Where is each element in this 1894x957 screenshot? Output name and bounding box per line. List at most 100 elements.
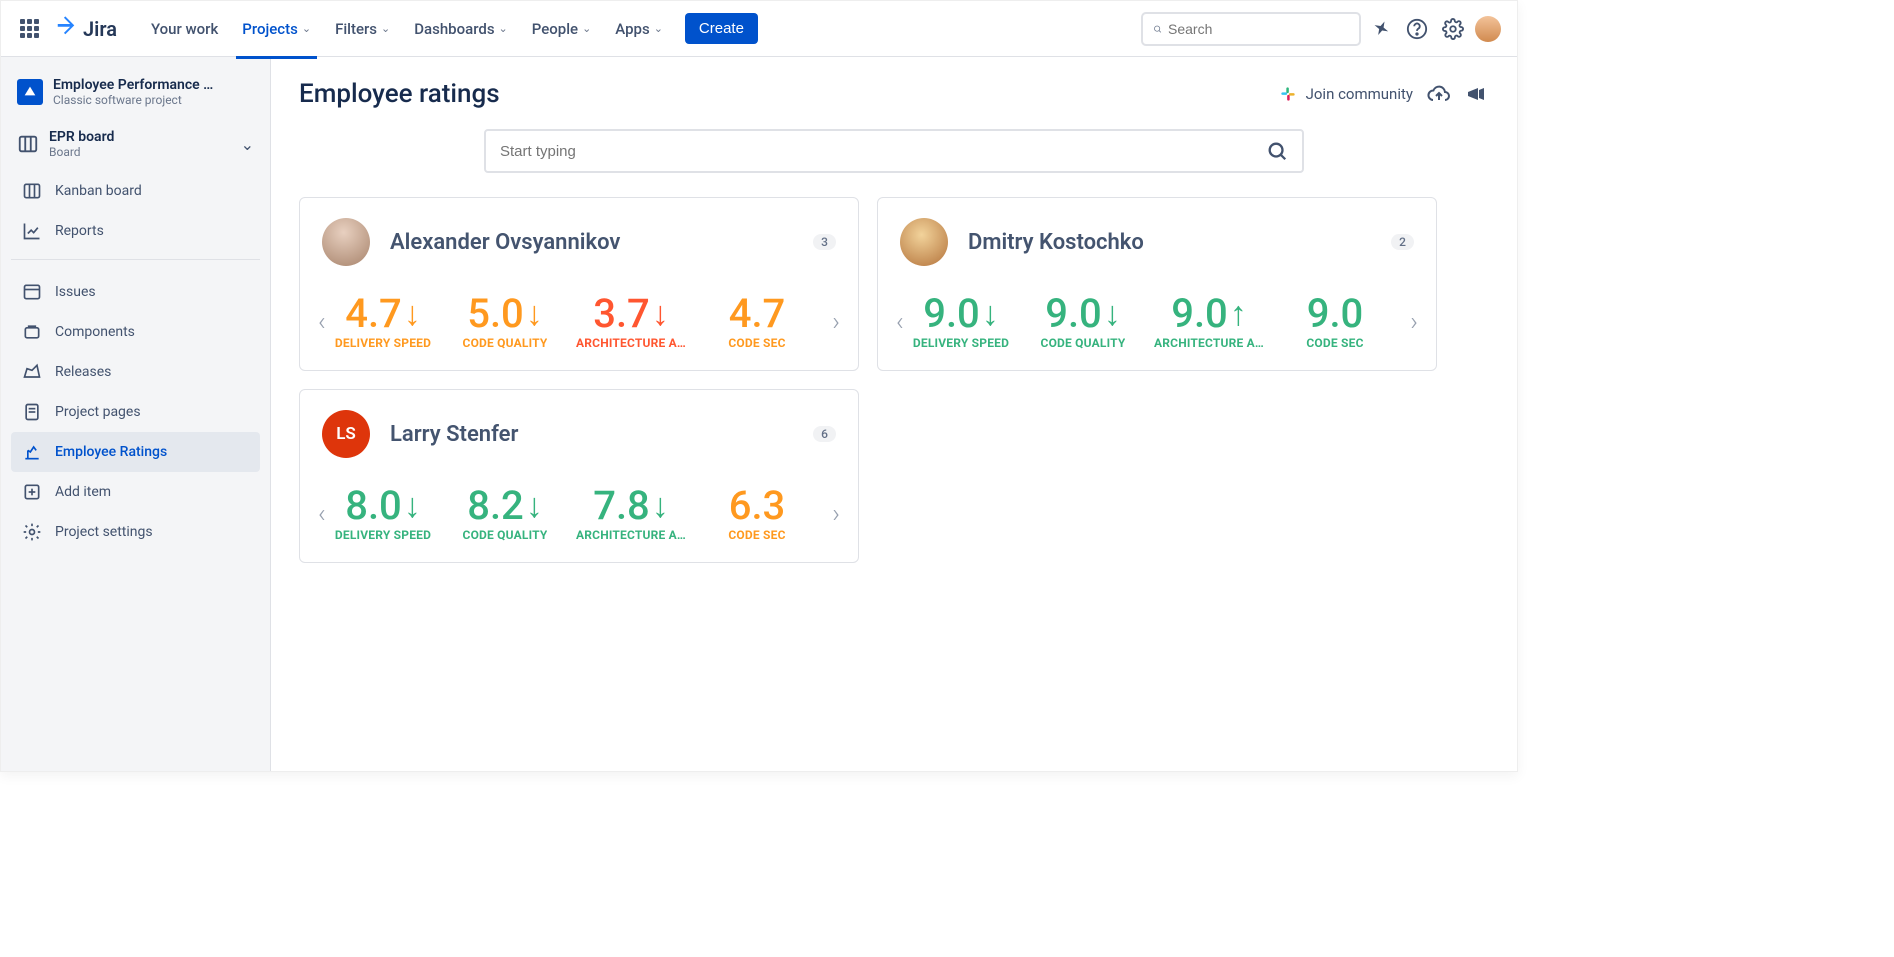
- metric-label: ARCHITECTURE A…: [576, 528, 686, 542]
- app-switcher-icon[interactable]: [17, 17, 41, 41]
- metric-value: 4.7↓: [345, 294, 421, 334]
- employee-name: Dmitry Kostochko: [968, 230, 1144, 255]
- metric-label: ARCHITECTURE A…: [1154, 336, 1264, 350]
- metric: 4.7 CODE SEC: [696, 294, 818, 350]
- chevron-down-icon: ⌄: [241, 135, 254, 154]
- profile-avatar[interactable]: [1475, 16, 1501, 42]
- sidebar-item-issues[interactable]: Issues: [11, 272, 260, 312]
- jira-logo-icon: [55, 15, 77, 42]
- cloud-upload-icon[interactable]: [1427, 82, 1451, 106]
- nav-people[interactable]: People⌄: [522, 12, 602, 46]
- employee-card[interactable]: Dmitry Kostochko2‹9.0↓DELIVERY SPEED9.0↓…: [877, 197, 1437, 371]
- board-selector[interactable]: EPR board Board ⌄: [11, 121, 260, 167]
- join-community-button[interactable]: Join community: [1278, 84, 1413, 104]
- metric: 8.2↓CODE QUALITY: [444, 486, 566, 542]
- sidebar-divider: [11, 259, 260, 260]
- sidebar-item-icon: [21, 441, 43, 463]
- notifications-icon[interactable]: [1365, 13, 1397, 45]
- chevron-down-icon: ⌄: [582, 22, 591, 35]
- sidebar-item-label: Reports: [55, 223, 104, 239]
- sidebar-item-label: Employee Ratings: [55, 444, 167, 460]
- board-name: EPR board: [49, 129, 114, 145]
- sidebar-item-icon: [21, 521, 43, 543]
- metric-label: CODE SEC: [728, 336, 785, 350]
- sidebar-item-icon: [21, 321, 43, 343]
- board-sub: Board: [49, 145, 114, 159]
- page-title: Employee ratings: [299, 79, 500, 109]
- sidebar-item-icon: [21, 361, 43, 383]
- nav-apps[interactable]: Apps⌄: [605, 12, 673, 46]
- sidebar-item-label: Project settings: [55, 524, 153, 540]
- metric-value: 9.0: [1307, 294, 1364, 334]
- trend-arrow-icon: ↑: [1230, 297, 1247, 331]
- trend-arrow-icon: ↓: [652, 297, 669, 331]
- metric-label: DELIVERY SPEED: [335, 336, 431, 350]
- employee-avatar: [322, 218, 370, 266]
- metric: 9.0↓CODE QUALITY: [1022, 294, 1144, 350]
- trend-arrow-icon: ↓: [404, 297, 421, 331]
- metric-value: 4.7: [729, 294, 786, 334]
- search-box[interactable]: [1141, 12, 1361, 46]
- metric-label: CODE QUALITY: [463, 336, 548, 350]
- trend-arrow-icon: ↓: [526, 297, 543, 331]
- main-content: Employee ratings Join community: [271, 57, 1517, 771]
- project-type: Classic software project: [53, 93, 213, 107]
- help-icon[interactable]: [1401, 13, 1433, 45]
- create-button[interactable]: Create: [685, 13, 758, 44]
- sidebar-item-releases[interactable]: Releases: [11, 352, 260, 392]
- employee-card[interactable]: LSLarry Stenfer6‹8.0↓DELIVERY SPEED8.2↓C…: [299, 389, 859, 563]
- scroll-right-icon[interactable]: ›: [832, 499, 840, 529]
- filter-input[interactable]: [500, 143, 1266, 160]
- sidebar-item-employee-ratings[interactable]: Employee Ratings: [11, 432, 260, 472]
- project-icon: [17, 79, 43, 105]
- scroll-right-icon[interactable]: ›: [1410, 307, 1418, 337]
- metrics-row: 4.7↓DELIVERY SPEED5.0↓CODE QUALITY3.7↓AR…: [322, 294, 836, 350]
- nav-your-work[interactable]: Your work: [141, 12, 228, 46]
- project-header[interactable]: Employee Performance … Classic software …: [11, 73, 260, 121]
- sidebar-item-project-settings[interactable]: Project settings: [11, 512, 260, 552]
- filter-search[interactable]: [484, 129, 1304, 173]
- sidebar-item-add-item[interactable]: Add item: [11, 472, 260, 512]
- nav-filters[interactable]: Filters⌄: [325, 12, 400, 46]
- chevron-down-icon: ⌄: [381, 22, 390, 35]
- metric: 8.0↓ DELIVERY SPEED: [322, 486, 444, 542]
- nav-dashboards[interactable]: Dashboards⌄: [404, 12, 518, 46]
- nav-projects[interactable]: Projects⌄: [232, 12, 321, 46]
- metric-value: 6.3: [729, 486, 786, 526]
- sidebar-item-kanban-board[interactable]: Kanban board: [11, 171, 260, 211]
- metric-label: DELIVERY SPEED: [913, 336, 1009, 350]
- metric-value: 7.8↓: [593, 486, 669, 526]
- scroll-right-icon[interactable]: ›: [832, 307, 840, 337]
- jira-logo-text: Jira: [83, 17, 117, 41]
- scroll-left-icon[interactable]: ‹: [896, 307, 904, 337]
- metric-label: DELIVERY SPEED: [335, 528, 431, 542]
- metric-label: CODE QUALITY: [1041, 336, 1126, 350]
- metric: 5.0↓CODE QUALITY: [444, 294, 566, 350]
- metric: 7.8↓ ARCHITECTURE A…: [566, 486, 696, 542]
- search-input[interactable]: [1168, 21, 1349, 37]
- sidebar-item-reports[interactable]: Reports: [11, 211, 260, 251]
- megaphone-icon[interactable]: [1465, 82, 1489, 106]
- employee-card[interactable]: Alexander Ovsyannikov3‹4.7↓DELIVERY SPEE…: [299, 197, 859, 371]
- join-community-label: Join community: [1306, 85, 1413, 103]
- metric-label: CODE QUALITY: [463, 528, 548, 542]
- jira-logo[interactable]: Jira: [55, 15, 117, 42]
- settings-icon[interactable]: [1437, 13, 1469, 45]
- employee-name: Larry Stenfer: [390, 422, 518, 447]
- search-icon: [1153, 21, 1162, 37]
- employee-name: Alexander Ovsyannikov: [390, 230, 620, 255]
- sidebar-item-label: Project pages: [55, 404, 141, 420]
- sidebar-item-components[interactable]: Components: [11, 312, 260, 352]
- scroll-left-icon[interactable]: ‹: [318, 307, 326, 337]
- sidebar-item-label: Kanban board: [55, 183, 142, 199]
- metric-label: ARCHITECTURE A…: [576, 336, 686, 350]
- scroll-left-icon[interactable]: ‹: [318, 499, 326, 529]
- metric: 9.0↑ARCHITECTURE A…: [1144, 294, 1274, 350]
- sidebar-item-icon: [21, 481, 43, 503]
- metric-value: 8.0↓: [345, 486, 421, 526]
- sidebar-item-project-pages[interactable]: Project pages: [11, 392, 260, 432]
- search-icon: [1266, 140, 1288, 162]
- trend-arrow-icon: ↓: [404, 489, 421, 523]
- top-nav: Jira Your workProjects⌄Filters⌄Dashboard…: [1, 1, 1517, 57]
- sidebar-item-label: Components: [55, 324, 135, 340]
